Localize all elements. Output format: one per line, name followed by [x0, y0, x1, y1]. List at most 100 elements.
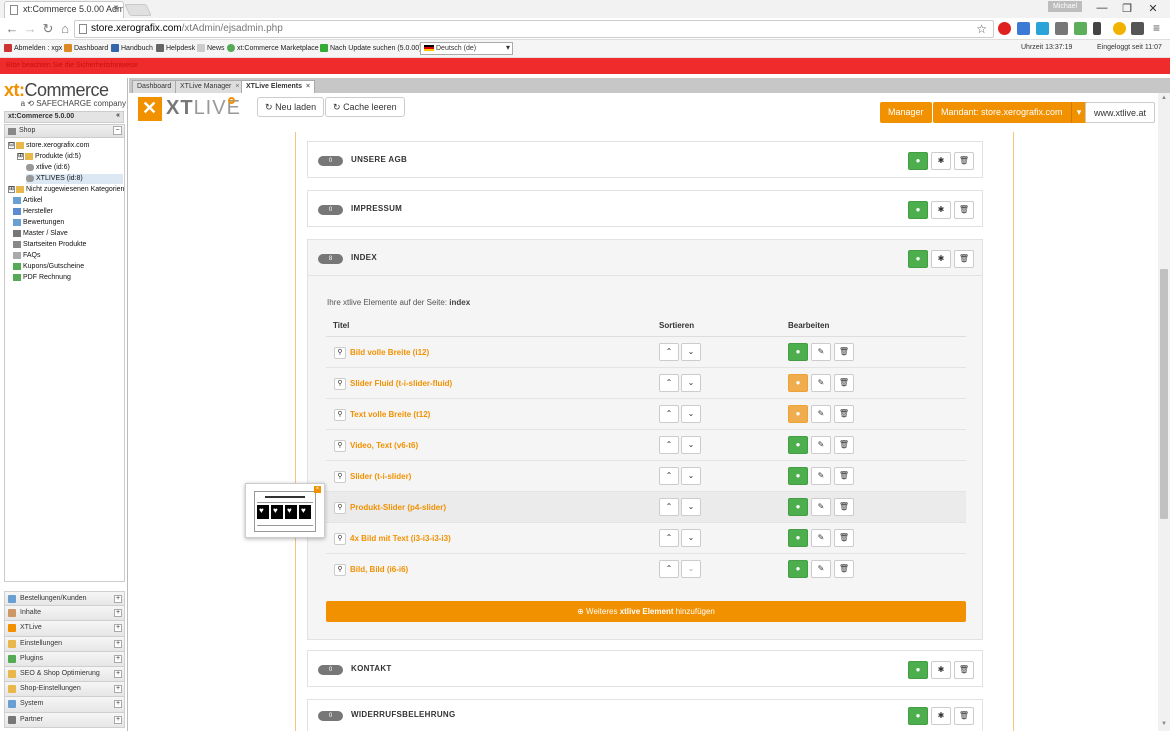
- accordion-bestellungen[interactable]: Bestellungen/Kunden +: [4, 591, 125, 607]
- trash-icon[interactable]: 🗑: [834, 405, 854, 423]
- close-tab-icon[interactable]: ×: [235, 83, 239, 90]
- scrollbar-thumb[interactable]: [1160, 269, 1168, 519]
- eye-icon[interactable]: ●: [788, 374, 808, 392]
- eye-icon[interactable]: ●: [788, 436, 808, 454]
- tree-item-store[interactable]: ⊟ store.xerografix.com: [8, 141, 89, 151]
- page-card-kontakt[interactable]: 0 KONTAKT ● ✱ 🗑: [307, 650, 983, 687]
- eye-icon[interactable]: ●: [788, 560, 808, 578]
- chrome-extension-icon[interactable]: [1113, 22, 1126, 35]
- page-card-agb[interactable]: 0 UNSERE AGB ● ✱ 🗑: [307, 141, 983, 178]
- pencil-icon[interactable]: ✎: [811, 560, 831, 578]
- trash-icon[interactable]: 🗑: [834, 374, 854, 392]
- search-icon[interactable]: ⚲: [334, 378, 346, 390]
- forward-arrow-icon[interactable]: →: [22, 21, 38, 37]
- move-up-icon[interactable]: ⌃: [659, 343, 679, 361]
- pencil-icon[interactable]: ✎: [811, 498, 831, 516]
- move-down-icon[interactable]: ⌄: [681, 436, 701, 454]
- gear-icon[interactable]: ✱: [931, 707, 951, 725]
- page-card-impressum[interactable]: 0 IMPRESSUM ● ✱ 🗑: [307, 190, 983, 227]
- gear-icon[interactable]: ✱: [931, 661, 951, 679]
- bookmark-handbuch[interactable]: Handbuch: [111, 44, 153, 52]
- bookmark-logout[interactable]: Abmelden : xgx: [4, 44, 62, 52]
- pencil-icon[interactable]: ✎: [811, 343, 831, 361]
- search-icon[interactable]: ⚲: [334, 440, 346, 452]
- bookmark-star-icon[interactable]: ☆: [976, 21, 987, 37]
- eye-icon[interactable]: ●: [788, 529, 808, 547]
- expand-icon[interactable]: +: [114, 595, 122, 603]
- expand-icon[interactable]: +: [114, 624, 122, 633]
- gear-icon[interactable]: ✱: [931, 152, 951, 170]
- bookmark-update[interactable]: Nach Update suchen (5.0.00): [320, 44, 421, 52]
- eye-icon[interactable]: ●: [788, 343, 808, 361]
- eye-icon[interactable]: ●: [788, 467, 808, 485]
- tree-item-faqs[interactable]: FAQs: [13, 251, 41, 261]
- accordion-inhalte[interactable]: Inhalte +: [4, 606, 125, 622]
- accordion-shop-einstellungen[interactable]: Shop-Einstellungen +: [4, 682, 125, 698]
- trash-icon[interactable]: 🗑: [834, 560, 854, 578]
- tree-item-artikel[interactable]: Artikel: [13, 196, 42, 206]
- tree-item-hersteller[interactable]: Hersteller: [13, 207, 53, 217]
- move-up-icon[interactable]: ⌃: [659, 436, 679, 454]
- maximize-window-button[interactable]: ❐: [1117, 2, 1137, 15]
- collapse-icon[interactable]: −: [113, 126, 122, 135]
- close-window-button[interactable]: ✕: [1143, 2, 1163, 15]
- tree-item-startseiten[interactable]: Startseiten Produkte: [13, 240, 86, 250]
- trash-icon[interactable]: 🗑: [834, 529, 854, 547]
- trash-icon[interactable]: 🗑: [954, 661, 974, 679]
- move-down-icon[interactable]: ⌄: [681, 498, 701, 516]
- expand-icon[interactable]: +: [114, 669, 122, 678]
- trash-icon[interactable]: 🗑: [954, 707, 974, 725]
- page-card-widerruf[interactable]: 0 WIDERRUFSBELEHRUNG ● ✱ 🗑: [307, 699, 983, 731]
- expand-icon[interactable]: +: [114, 715, 122, 724]
- trash-icon[interactable]: 🗑: [954, 250, 974, 268]
- mobile-extension-icon[interactable]: [1093, 22, 1101, 35]
- pencil-icon[interactable]: ✎: [811, 374, 831, 392]
- close-tab-icon[interactable]: ×: [306, 83, 310, 90]
- trash-icon[interactable]: 🗑: [834, 343, 854, 361]
- move-down-icon[interactable]: ⌄: [681, 560, 701, 578]
- move-down-icon[interactable]: ⌄: [681, 467, 701, 485]
- element-title[interactable]: Slider (t-i-slider): [350, 472, 411, 481]
- element-title[interactable]: Text volle Breite (t12): [350, 410, 430, 419]
- home-icon[interactable]: ⌂: [57, 21, 73, 37]
- expand-icon[interactable]: +: [114, 639, 122, 648]
- move-up-icon[interactable]: ⌃: [659, 498, 679, 516]
- element-title[interactable]: Video, Text (v6-t6): [350, 441, 418, 450]
- manager-button[interactable]: Manager: [880, 102, 932, 123]
- search-icon[interactable]: ⚲: [334, 471, 346, 483]
- page-scrollbar[interactable]: ▲ ▼: [1158, 93, 1170, 731]
- trash-icon[interactable]: 🗑: [954, 201, 974, 219]
- pencil-icon[interactable]: ✎: [811, 467, 831, 485]
- trash-icon[interactable]: 🗑: [834, 498, 854, 516]
- extension-icon[interactable]: [1074, 22, 1087, 35]
- tree-item-xtlive[interactable]: xtlive (id:6): [26, 163, 70, 173]
- opera-extension-icon[interactable]: [998, 22, 1011, 35]
- search-icon[interactable]: ⚲: [334, 409, 346, 421]
- tree-item-unassigned[interactable]: ⊞ Nicht zugewiesenen Kategorien: [8, 185, 124, 195]
- element-title[interactable]: 4x Bild mit Text (i3-i3-i3-i3): [350, 534, 451, 543]
- camera-extension-icon[interactable]: [1131, 22, 1144, 35]
- accordion-xtlive[interactable]: XTLive +: [4, 621, 125, 637]
- accordion-system[interactable]: System +: [4, 697, 125, 713]
- reload-button[interactable]: ↻ Neu laden: [257, 97, 325, 117]
- trash-icon[interactable]: 🗑: [954, 152, 974, 170]
- close-tab-icon[interactable]: ×: [113, 3, 119, 14]
- element-title[interactable]: Bild volle Breite (i12): [350, 348, 429, 357]
- close-icon[interactable]: ×: [314, 486, 321, 493]
- pencil-icon[interactable]: ✎: [811, 436, 831, 454]
- search-icon[interactable]: ⚲: [334, 564, 346, 576]
- move-down-icon[interactable]: ⌄: [681, 529, 701, 547]
- security-warning-bar[interactable]: Bitte beachten Sie die Sicherheitshinwei…: [0, 58, 1170, 74]
- bookmark-dashboard[interactable]: Dashboard: [64, 44, 108, 52]
- reload-icon[interactable]: ↻: [40, 21, 56, 37]
- search-icon[interactable]: ⚲: [334, 533, 346, 545]
- eye-icon[interactable]: ●: [908, 152, 928, 170]
- tab-xtlive-manager[interactable]: XTLive Manager ×: [175, 80, 245, 93]
- tab-dashboard[interactable]: Dashboard: [132, 80, 177, 93]
- clear-cache-button[interactable]: ↻ Cache leeren: [325, 97, 405, 117]
- tree-item-produkte[interactable]: ⊞ Produkte (id:5): [17, 152, 81, 162]
- tab-xtlive-elements[interactable]: XTLive Elements ×: [241, 80, 316, 93]
- expand-icon[interactable]: +: [114, 654, 122, 663]
- accordion-einstellungen[interactable]: Einstellungen +: [4, 636, 125, 652]
- tree-toggle-icon[interactable]: ⊞: [17, 152, 24, 160]
